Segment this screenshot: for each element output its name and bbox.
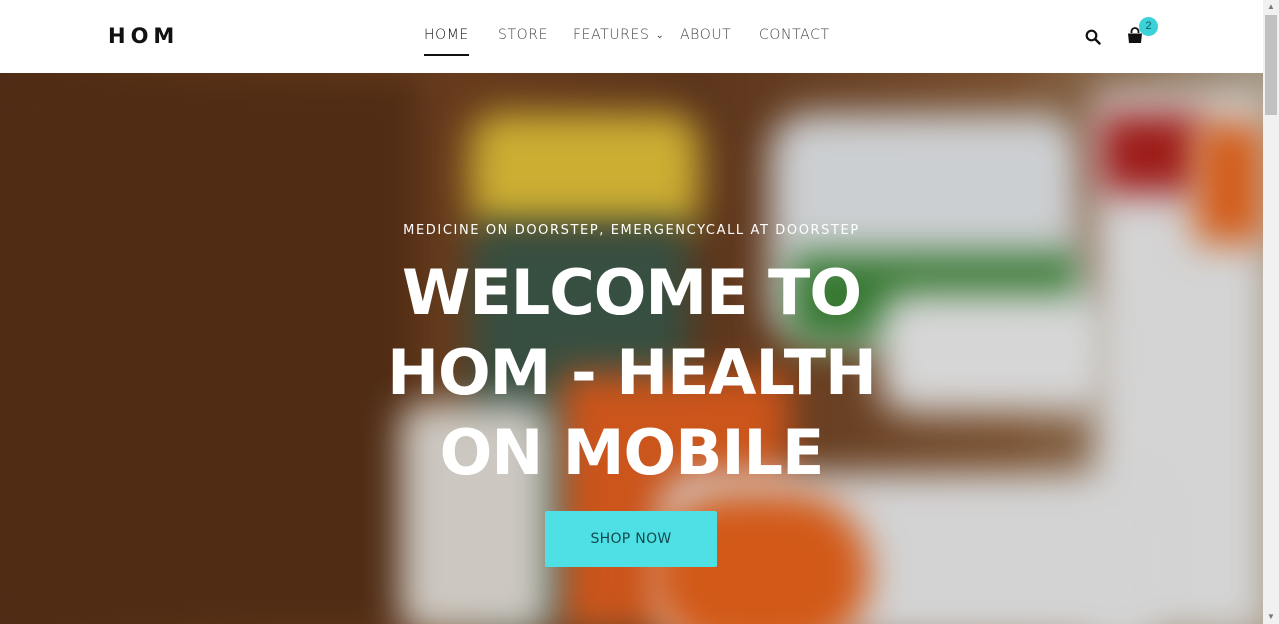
nav-contact-label: CONTACT [759,27,830,43]
nav-store[interactable]: STORE [498,27,548,43]
hero-subtitle: MEDICINE ON DOORSTEP, EMERGENCYCALL AT D… [403,223,860,238]
hero-title: WELCOME TO HOM - HEALTH ON MOBILE [387,256,877,489]
logo[interactable]: HOM [108,24,179,48]
nav-features[interactable]: FEATURES ⌄ [573,27,664,43]
nav-about[interactable]: ABOUT [680,27,731,43]
nav-about-label: ABOUT [680,27,732,43]
nav-contact[interactable]: CONTACT [759,27,830,43]
scroll-up-icon[interactable]: ▲ [1263,0,1279,14]
nav-store-label: STORE [498,27,549,43]
nav-features-label: FEATURES [573,27,650,43]
nav-home[interactable]: HOME [424,27,469,56]
chevron-down-icon: ⌄ [655,30,665,41]
hero-banner: MEDICINE ON DOORSTEP, EMERGENCYCALL AT D… [0,73,1263,624]
search-icon[interactable] [1085,29,1101,45]
page: HOM HOME STORE FEATURES ⌄ ABOUT CONTACT [0,0,1279,624]
site-header: HOM HOME STORE FEATURES ⌄ ABOUT CONTACT [0,0,1263,73]
shop-now-button[interactable]: SHOP NOW [545,511,717,567]
scroll-down-icon[interactable]: ▼ [1263,610,1279,624]
vertical-scrollbar[interactable]: ▲ ▼ [1263,0,1279,624]
cart-count-badge[interactable]: 2 [1139,17,1158,36]
nav-home-label: HOME [424,27,469,43]
scroll-thumb[interactable] [1265,15,1277,115]
